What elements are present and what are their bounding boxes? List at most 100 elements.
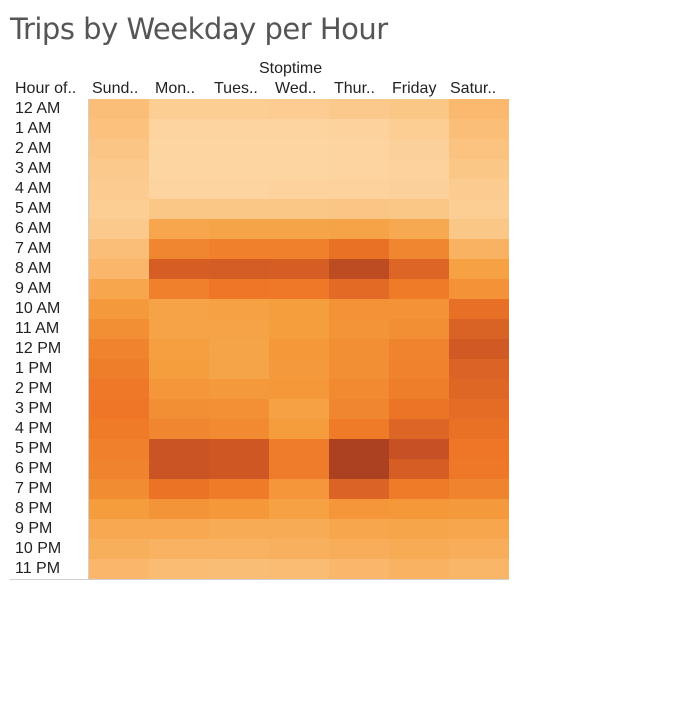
heatmap-cell [209,319,269,339]
heatmap-cell [329,179,389,199]
heatmap-cell [449,499,509,519]
heatmap-cell [269,319,329,339]
heatmap-cell [269,459,329,479]
heatmap-cell [389,299,449,319]
heatmap-cell [329,519,389,539]
heatmap-cell [89,379,149,399]
heatmap-cell [269,279,329,299]
heatmap-cell [329,139,389,159]
heatmap-cell [89,499,149,519]
heatmap-cell [209,499,269,519]
heatmap-cell [329,99,389,119]
heatmap-cell [209,399,269,419]
row-label: 4 AM [15,180,52,197]
heatmap-cell [329,299,389,319]
heatmap-cell [209,459,269,479]
column-label: Thur.. [334,80,375,97]
heatmap-cell [449,419,509,439]
heatmap-cell [329,319,389,339]
heatmap-cell [329,439,389,459]
heatmap-cell [389,539,449,559]
heatmap-cell [269,119,329,139]
heatmap-cell [449,219,509,239]
heatmap-cell [389,519,449,539]
heatmap-cell [149,159,209,179]
row-label: 10 PM [15,540,62,557]
heatmap-cell [329,239,389,259]
row-label: 5 PM [15,440,53,457]
heatmap-cell [209,559,269,579]
heatmap-cell [329,359,389,379]
heatmap-cell [89,459,149,479]
heatmap-cell [149,459,209,479]
heatmap-cell [149,519,209,539]
row-label: 5 AM [15,200,52,217]
heatmap-cell [329,259,389,279]
row-label: 12 PM [15,340,62,357]
heatmap-cell [209,259,269,279]
heatmap-cell [389,259,449,279]
heatmap-cell [389,139,449,159]
column-group-label: Stoptime [259,60,323,77]
heatmap-cell [389,319,449,339]
heatmap-cell [269,339,329,359]
heatmap-cell [149,419,209,439]
heatmap-cell [389,419,449,439]
row-label: 2 PM [15,380,53,397]
heatmap-cell [149,479,209,499]
row-label: 6 AM [15,220,52,237]
heatmap-cell [209,219,269,239]
heatmap-cell [209,379,269,399]
heatmap-cell [449,199,509,219]
heatmap-grid [89,99,509,579]
heatmap-cell [209,479,269,499]
heatmap-cell [209,159,269,179]
heatmap-cell [89,539,149,559]
heatmap-cell [329,539,389,559]
heatmap-cell [149,319,209,339]
heatmap-cell [449,239,509,259]
heatmap-cell [149,139,209,159]
row-label: 10 AM [15,300,61,317]
heatmap-cell [89,439,149,459]
row-label: 11 PM [15,560,61,577]
heatmap-cell [269,519,329,539]
heatmap-cell [449,99,509,119]
heatmap-cell [329,279,389,299]
heatmap-cell [149,279,209,299]
heatmap-cell [389,279,449,299]
chart-title: Trips by Weekday per Hour [10,12,388,46]
heatmap-cell [269,99,329,119]
heatmap-cell [389,399,449,419]
heatmap-cell [269,539,329,559]
heatmap-cell [269,399,329,419]
row-label: 4 PM [15,420,53,437]
row-header-label: Hour of.. [15,80,77,97]
column-label: Friday [392,80,437,97]
heatmap-cell [269,359,329,379]
heatmap-cell [209,539,269,559]
heatmap-cell [89,399,149,419]
heatmap-cell [329,419,389,439]
heatmap-cell [149,399,209,419]
row-label: 1 PM [15,360,53,377]
heatmap-cell [89,479,149,499]
heatmap-cell [269,259,329,279]
heatmap-cell [209,419,269,439]
heatmap-cell [149,179,209,199]
heatmap-cell [269,179,329,199]
row-label: 2 AM [15,140,52,157]
heatmap-cell [269,439,329,459]
heatmap-cell [449,119,509,139]
heatmap-cell [269,379,329,399]
heatmap-cell [269,159,329,179]
row-label: 7 PM [15,480,53,497]
heatmap-cell [389,459,449,479]
heatmap-cell [449,179,509,199]
heatmap-cell [449,339,509,359]
heatmap-cell [269,139,329,159]
heatmap-cell [449,319,509,339]
heatmap-cell [89,299,149,319]
heatmap-cell [449,279,509,299]
heatmap-cell [389,379,449,399]
